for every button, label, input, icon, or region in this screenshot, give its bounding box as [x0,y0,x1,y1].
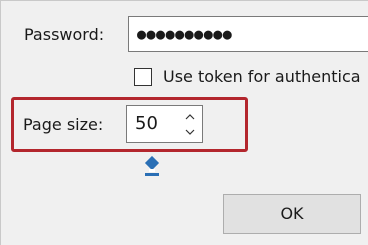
use-token-label[interactable]: Use token for authentica [163,67,361,87]
chevron-up-icon[interactable] [182,108,198,124]
password-field[interactable]: ●●●●●●●●●● [128,16,368,52]
page-size-label: Page size: [23,115,104,134]
eraser-icon[interactable] [141,155,163,178]
page-size-spinbox[interactable]: 50 [126,105,203,143]
password-label: Password: [24,25,105,44]
ok-button[interactable]: OK [223,194,361,234]
use-token-checkbox[interactable] [134,68,152,86]
page-size-value[interactable]: 50 [135,113,158,135]
chevron-down-icon[interactable] [182,124,198,140]
settings-dialog: Password: ●●●●●●●●●● Use token for authe… [0,0,368,245]
